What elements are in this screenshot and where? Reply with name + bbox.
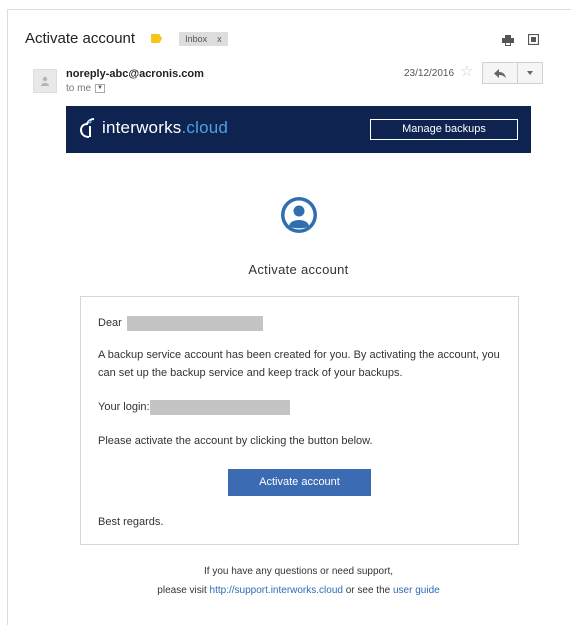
message-card: Dear A backup service account has been c… [80, 296, 519, 545]
inbox-label-chip[interactable]: Inbox x [179, 31, 228, 46]
greeting-line: Dear [98, 314, 263, 332]
footer-middle: or see the [345, 585, 391, 596]
activate-account-button[interactable]: Activate account [228, 469, 371, 496]
footer-prefix: please visit [157, 585, 207, 596]
manage-backups-button[interactable]: Manage backups [370, 119, 518, 140]
user-guide-link[interactable]: user guide [393, 585, 440, 596]
sender-address[interactable]: noreply-abc@acronis.com [66, 68, 204, 80]
subject-row: Activate account Inbox x [25, 30, 228, 47]
login-line: Your login: [98, 398, 290, 416]
recipient-line: to me ▼ [66, 83, 106, 94]
footer-line-2: please visit http://support.interworks.c… [0, 585, 571, 596]
interworks-logo: interworks.cloud [80, 116, 228, 138]
login-label: Your login: [98, 401, 150, 413]
recipient-text: to me [66, 83, 92, 94]
label-tag-icon[interactable] [151, 34, 163, 43]
support-link[interactable]: http://support.interworks.cloud [210, 585, 343, 596]
inbox-label-remove[interactable]: x [217, 34, 222, 44]
email-subject: Activate account [25, 30, 136, 47]
inbox-label-text[interactable]: Inbox [185, 34, 207, 44]
sender-avatar [33, 69, 57, 93]
greeting-text: Dear [98, 317, 122, 329]
logo-brand-suffix: .cloud [181, 118, 229, 137]
email-headline: Activate account [248, 262, 349, 277]
reply-icon [494, 68, 506, 78]
logo-brand: interworks [102, 118, 182, 137]
redacted-login [149, 399, 290, 415]
reply-button[interactable] [482, 62, 518, 84]
new-window-icon[interactable] [528, 34, 539, 45]
email-date: 23/12/2016 [404, 68, 455, 79]
email-banner: interworks.cloud Manage backups [66, 106, 531, 153]
instruction-text: Please activate the account by clicking … [98, 435, 373, 447]
intro-paragraph: A backup service account has been create… [98, 349, 500, 379]
star-icon[interactable]: ☆ [460, 64, 473, 79]
more-options-icon [527, 71, 533, 75]
redacted-name [126, 315, 263, 331]
avatar-icon [41, 76, 49, 86]
more-options-button[interactable] [517, 62, 543, 84]
logo-icon [80, 118, 95, 138]
user-icon [281, 197, 317, 233]
footer-line-1: If you have any questions or need suppor… [203, 566, 393, 577]
signoff-text: Best regards. [98, 516, 164, 528]
recipient-details-toggle[interactable]: ▼ [95, 84, 106, 93]
print-icon[interactable] [502, 35, 514, 46]
